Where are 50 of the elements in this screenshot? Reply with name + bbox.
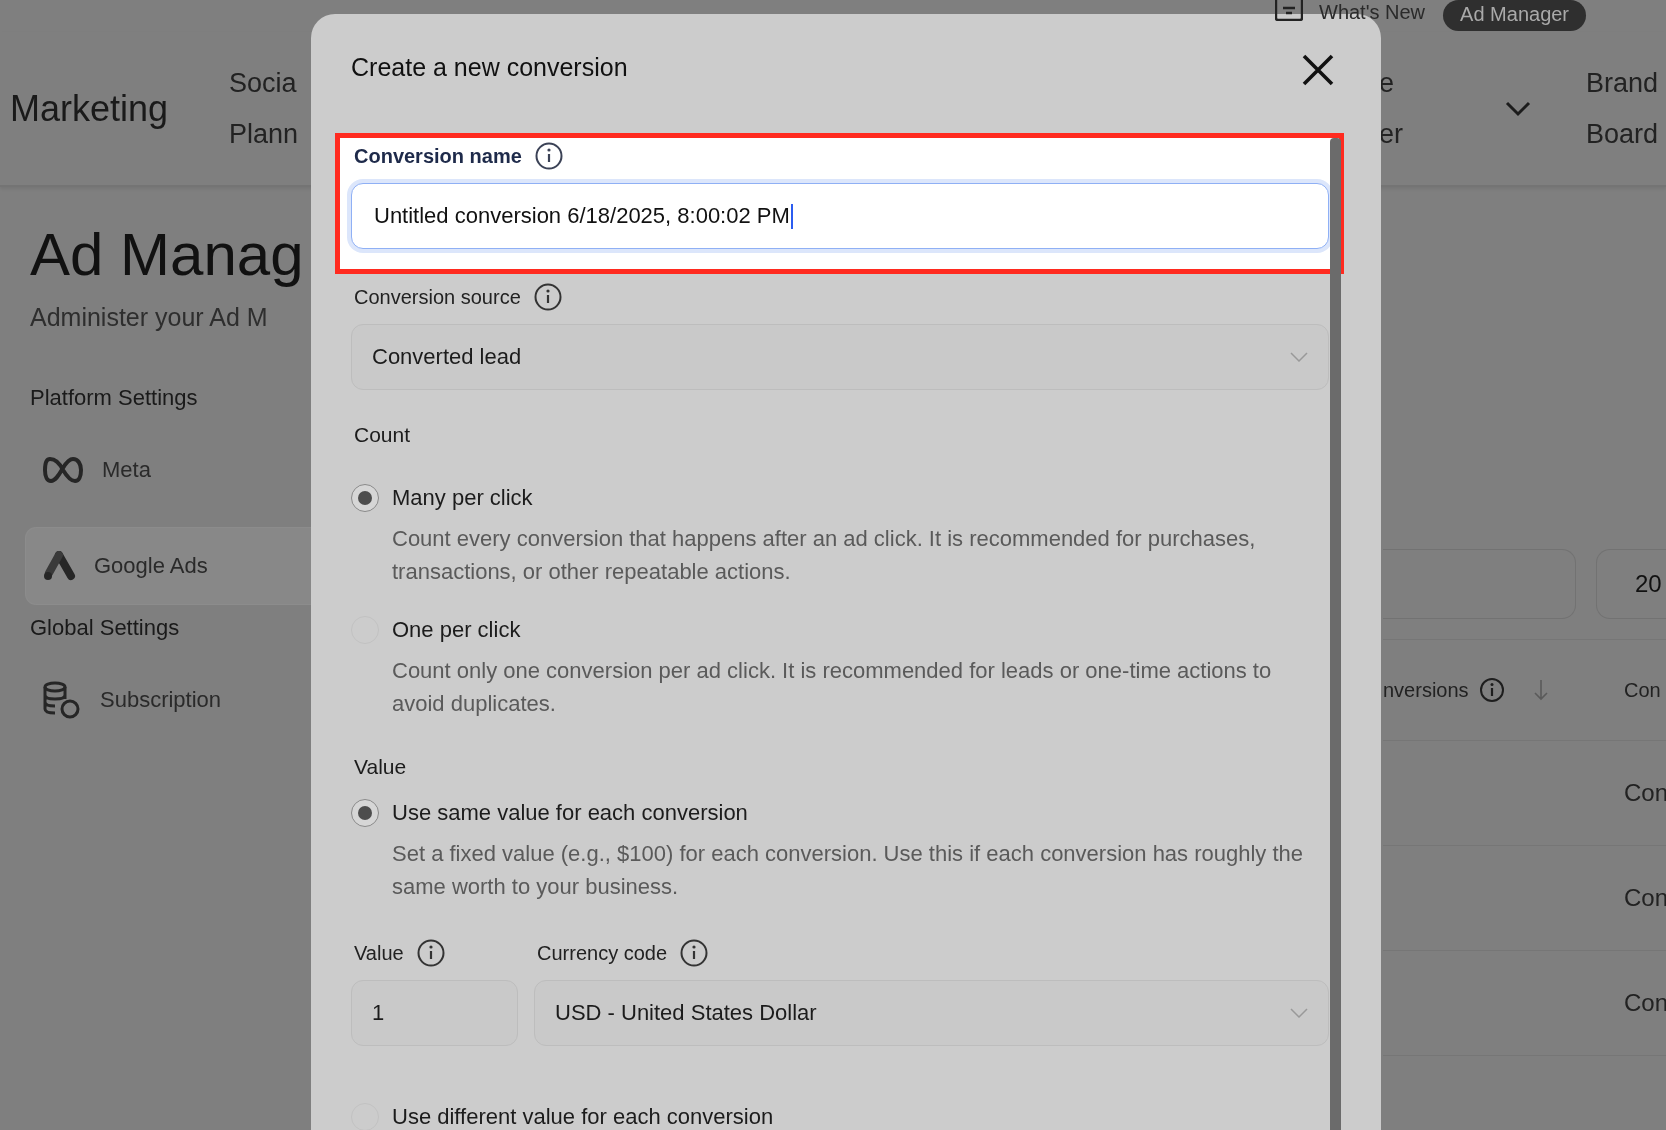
option-label[interactable]: Many per click — [392, 485, 533, 511]
sidebar-item[interactable]: Subscription — [26, 662, 326, 738]
app-title: Marketing — [9, 87, 170, 130]
field-label: Conversion name — [354, 144, 522, 168]
page-title: Ad Manag — [30, 221, 305, 289]
radio-button[interactable] — [351, 799, 379, 827]
triangle-logo-icon — [42, 551, 76, 581]
field-label: Conversion source — [354, 285, 521, 309]
scrollbar[interactable] — [1330, 138, 1341, 1130]
date-field[interactable]: 20 — [1596, 549, 1666, 619]
radio-button[interactable] — [351, 484, 379, 512]
nav-link[interactable]: er — [1379, 118, 1505, 150]
info-icon[interactable] — [415, 938, 446, 968]
info-icon[interactable] — [679, 938, 710, 968]
infinity-icon — [42, 456, 84, 484]
option-description: Count only one conversion per ad click. It is recommended for leads or one-time actions to avoid duplicates. — [391, 657, 1273, 718]
sidebar-item[interactable]: Meta — [26, 432, 326, 508]
info-icon[interactable] — [532, 282, 563, 312]
coins-icon — [42, 681, 82, 719]
chevron-down-icon — [1290, 352, 1308, 362]
table-cell: Con — [1624, 989, 1666, 1017]
nav-link[interactable]: Brand — [1586, 67, 1659, 99]
column-header[interactable]: Con — [1624, 678, 1661, 702]
value-field[interactable]: 1 — [351, 980, 518, 1046]
sidebar-heading: Global Settings — [30, 614, 181, 642]
currency-select[interactable]: USD - United States Dollar — [534, 980, 1329, 1046]
field-label: Value — [354, 941, 404, 965]
info-icon[interactable] — [533, 141, 564, 171]
section-heading: Count — [353, 422, 412, 448]
field-label: Currency code — [537, 941, 668, 965]
table-cell: Con — [1624, 884, 1666, 912]
option-description: Set a fixed value (e.g., $100) for each conversion. Use this if each conversion has roughly the same worth to your business. — [391, 840, 1305, 901]
document-icon — [1275, 0, 1303, 21]
page-subtitle: Administer your Ad M — [30, 303, 269, 332]
option-description: Count every conversion that happens after an ad click. It is recommended for purchases, transactions, or other repeatable actions. — [391, 525, 1257, 586]
chevron-down-icon — [1290, 1008, 1308, 1018]
chevron-down-icon[interactable] — [1505, 100, 1531, 117]
close-icon[interactable] — [1301, 52, 1335, 87]
sidebar-heading: Platform Settings — [30, 384, 199, 412]
option-label[interactable]: Use same value for each conversion — [392, 800, 748, 826]
option-label[interactable]: One per click — [392, 617, 521, 643]
dialog-title: Create a new conversion — [351, 53, 628, 82]
info-icon[interactable] — [1478, 677, 1505, 703]
conversion-source-select[interactable]: Converted lead — [351, 324, 1329, 390]
nav-link[interactable]: Board — [1586, 118, 1659, 150]
column-header[interactable]: nversions — [1383, 678, 1469, 702]
section-heading: Value — [353, 754, 408, 780]
table-cell: Con — [1624, 779, 1666, 807]
ad-manager-tab[interactable]: Ad Manager — [1443, 0, 1587, 31]
option-label[interactable]: Use different value for each conversion — [392, 1104, 774, 1130]
